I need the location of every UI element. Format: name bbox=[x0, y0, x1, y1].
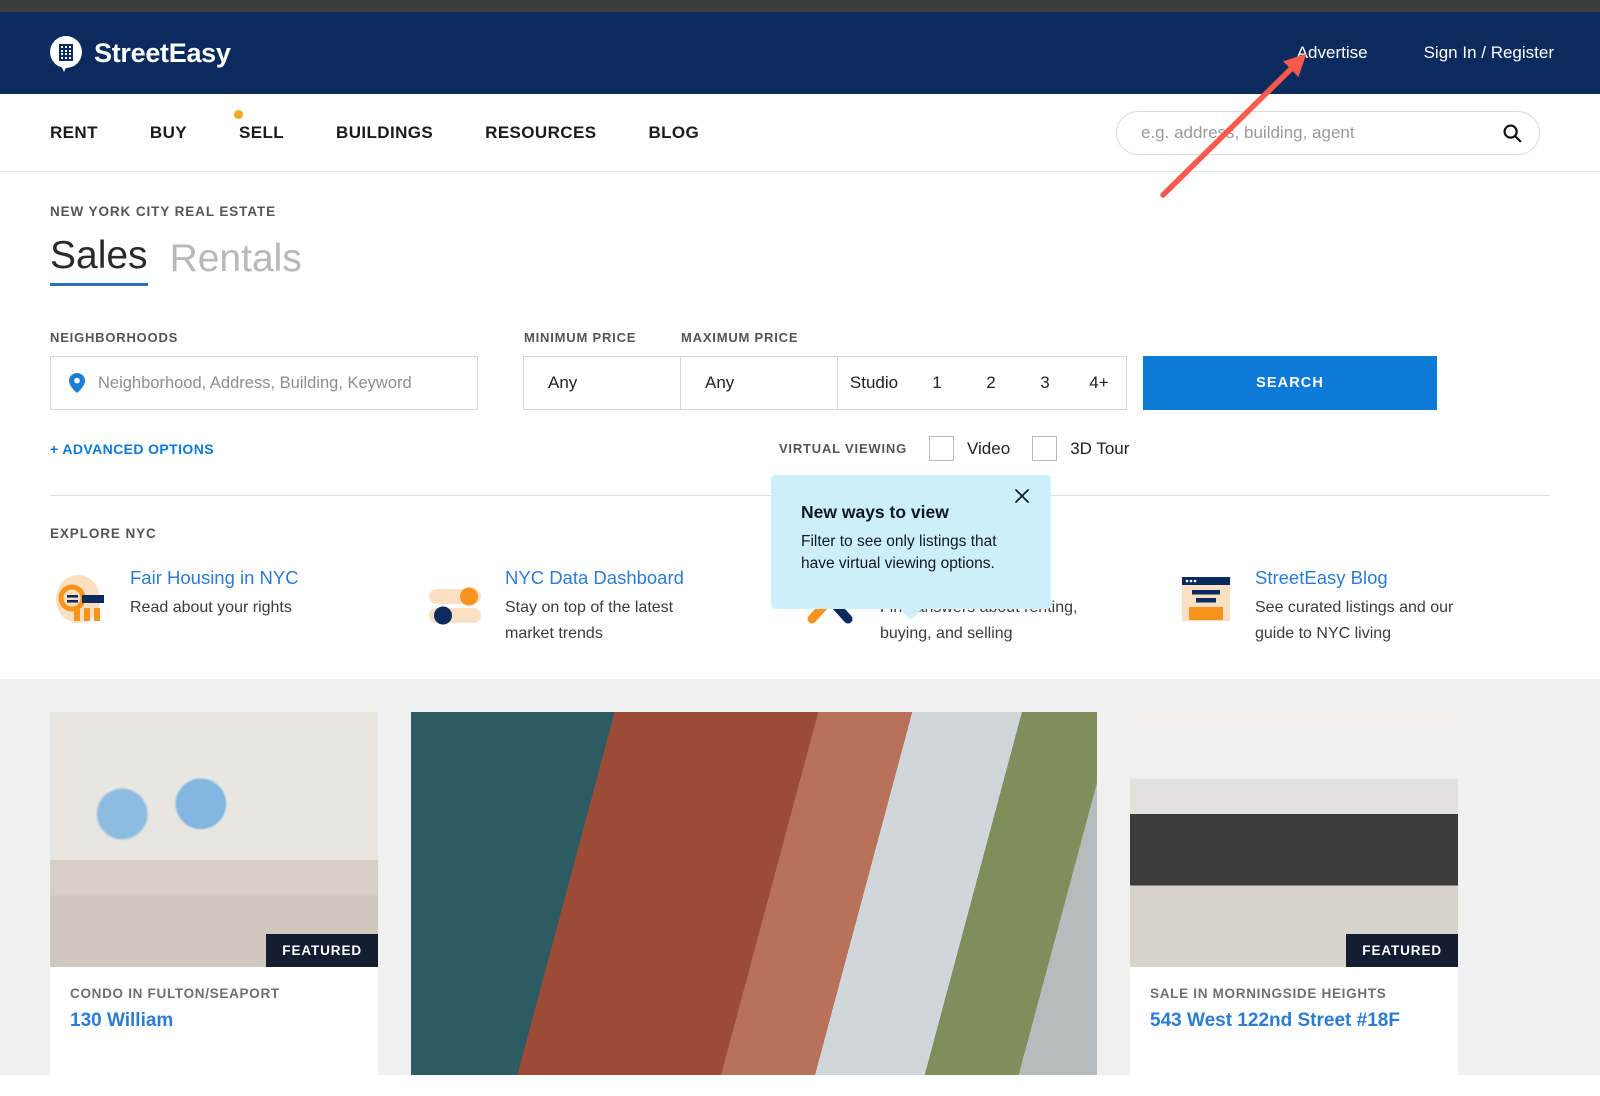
neighborhoods-field[interactable] bbox=[50, 356, 478, 410]
nav-item-blog[interactable]: BLOG bbox=[648, 123, 699, 143]
listing-address-link[interactable]: 543 West 122nd Street #18F bbox=[1150, 1010, 1438, 1032]
virtual-viewing-label: VIRTUAL VIEWING bbox=[778, 441, 907, 456]
neighborhoods-label: NEIGHBORHOODS bbox=[50, 330, 179, 345]
3d-tour-checkbox-label: 3D Tour bbox=[1070, 438, 1130, 458]
maximum-price-select[interactable]: Any bbox=[680, 356, 838, 410]
nav-item-label: SELL bbox=[238, 122, 285, 142]
close-icon[interactable] bbox=[1013, 487, 1031, 505]
minimum-price-select[interactable]: Any bbox=[523, 356, 681, 410]
listing-photo[interactable]: FEATURED bbox=[1130, 712, 1458, 968]
bedroom-option-2[interactable]: 2 bbox=[964, 357, 1018, 409]
listing-kicker: CONDO IN FULTON/SEAPORT bbox=[70, 986, 280, 1002]
bedroom-option-1[interactable]: 1 bbox=[910, 357, 964, 409]
tab-rentals[interactable]: Rentals bbox=[170, 239, 302, 286]
minimum-price-label: MINIMUM PRICE bbox=[524, 330, 637, 345]
explore-item-title[interactable]: Fair Housing in NYC bbox=[130, 567, 299, 588]
maximum-price-label: MAXIMUM PRICE bbox=[681, 330, 799, 345]
featured-listings-strip: FEATURED CONDO IN FULTON/SEAPORT 130 Wil… bbox=[0, 679, 1600, 1076]
nav-item-label: RENT bbox=[50, 122, 98, 142]
browser-chrome-strip bbox=[0, 0, 1600, 12]
explore-item-fair-housing[interactable]: Fair Housing in NYC Read about your righ… bbox=[50, 567, 425, 646]
location-pin-icon bbox=[69, 373, 85, 393]
search-icon[interactable] bbox=[1501, 122, 1523, 144]
filter-row: NEIGHBORHOODS MINIMUM PRICE Any MAXIMUM … bbox=[50, 330, 1550, 410]
main-navigation: RENT BUY SELL BUILDINGS RESOURCES BLOG bbox=[0, 94, 1600, 172]
nav-item-label: BLOG bbox=[648, 122, 700, 142]
page-eyebrow: NEW YORK CITY REAL ESTATE bbox=[50, 204, 277, 219]
sign-in-register-link[interactable]: Sign In / Register bbox=[1424, 43, 1554, 63]
price-and-bed-group: MINIMUM PRICE Any MAXIMUM PRICE Any . St… bbox=[523, 330, 1127, 410]
nav-item-resources[interactable]: RESOURCES bbox=[485, 123, 596, 143]
neighborhoods-group: NEIGHBORHOODS bbox=[50, 330, 478, 410]
neighborhoods-input[interactable] bbox=[98, 373, 477, 393]
new-badge-dot-icon bbox=[233, 109, 243, 119]
key-magnifier-icon bbox=[50, 567, 112, 629]
nav-item-list: RENT BUY SELL BUILDINGS RESOURCES BLOG bbox=[50, 109, 699, 143]
sliders-icon bbox=[425, 567, 487, 629]
tab-sales[interactable]: Sales bbox=[50, 236, 148, 286]
explore-item-data-dashboard[interactable]: NYC Data Dashboard Stay on top of the la… bbox=[425, 567, 800, 646]
explore-item-title[interactable]: NYC Data Dashboard bbox=[505, 567, 715, 588]
building-pin-icon bbox=[50, 36, 84, 72]
nav-item-rent[interactable]: RENT bbox=[50, 123, 98, 143]
advanced-options-toggle[interactable]: + ADVANCED OPTIONS bbox=[50, 441, 214, 457]
featured-badge: FEATURED bbox=[1346, 934, 1458, 968]
explore-item-desc: See curated listings and our guide to NY… bbox=[1255, 599, 1454, 642]
tooltip-pointer bbox=[900, 609, 922, 620]
virtual-viewing-3dtour-option[interactable]: 3D Tour bbox=[1032, 436, 1129, 461]
nav-item-label: BUY bbox=[149, 122, 187, 142]
listing-card[interactable]: FEATURED SALE IN MORNINGSIDE HEIGHTS 543… bbox=[1130, 712, 1458, 1076]
explore-item-desc: Read about your rights bbox=[130, 599, 292, 617]
explore-item-desc: Stay on top of the latest market trends bbox=[505, 599, 674, 642]
video-checkbox[interactable] bbox=[929, 436, 954, 461]
top-navigation-bar: StreetEasy Advertise Sign In / Register bbox=[0, 12, 1600, 94]
browser-window-icon bbox=[1175, 567, 1237, 629]
bedrooms-selector: Studio 1 2 3 4+ bbox=[837, 356, 1127, 410]
listing-card[interactable] bbox=[411, 712, 1097, 1076]
listing-card[interactable]: FEATURED CONDO IN FULTON/SEAPORT 130 Wil… bbox=[50, 712, 378, 1076]
listing-address-link[interactable]: 130 William bbox=[70, 1010, 358, 1032]
nav-item-label: RESOURCES bbox=[485, 122, 597, 142]
tooltip-title: New ways to view bbox=[801, 502, 949, 522]
bedrooms-group: . Studio 1 2 3 4+ bbox=[837, 330, 1127, 410]
search-button[interactable]: SEARCH bbox=[1143, 356, 1437, 410]
maximum-price-group: MAXIMUM PRICE Any bbox=[680, 330, 838, 410]
explore-item-title[interactable]: StreetEasy Blog bbox=[1255, 567, 1465, 588]
3d-tour-checkbox[interactable] bbox=[1032, 436, 1058, 461]
listing-card-body: SALE IN MORNINGSIDE HEIGHTS 543 West 122… bbox=[1130, 967, 1458, 1032]
nav-item-label: BUILDINGS bbox=[336, 122, 434, 142]
tooltip-body: Filter to see only listings that have vi… bbox=[801, 533, 997, 572]
filter-secondary-row: + ADVANCED OPTIONS VIRTUAL VIEWING Video… bbox=[50, 436, 1550, 461]
nav-item-buildings[interactable]: BUILDINGS bbox=[336, 123, 433, 143]
bedroom-option-studio[interactable]: Studio bbox=[838, 357, 910, 409]
nav-item-sell[interactable]: SELL bbox=[233, 109, 285, 143]
listing-card-row: FEATURED CONDO IN FULTON/SEAPORT 130 Wil… bbox=[50, 679, 1550, 1076]
advertise-link[interactable]: Advertise bbox=[1297, 43, 1368, 63]
virtual-viewing-video-option[interactable]: Video bbox=[929, 436, 1010, 461]
bedroom-option-3[interactable]: 3 bbox=[1018, 357, 1072, 409]
listing-kicker: SALE IN MORNINGSIDE HEIGHTS bbox=[1150, 986, 1387, 1002]
virtual-viewing-tooltip: New ways to view Filter to see only list… bbox=[771, 475, 1051, 620]
bedroom-option-4plus[interactable]: 4+ bbox=[1072, 357, 1126, 409]
virtual-viewing-group: VIRTUAL VIEWING Video 3D Tour bbox=[779, 436, 1129, 461]
hero-search-section: NEW YORK CITY REAL ESTATE Sales Rentals … bbox=[0, 204, 1600, 620]
listing-photo[interactable] bbox=[411, 712, 1097, 1076]
streeteasy-logo[interactable]: StreetEasy bbox=[50, 36, 231, 72]
logo-wordmark: StreetEasy bbox=[94, 37, 231, 68]
global-search-box[interactable] bbox=[1116, 110, 1540, 155]
sales-rentals-tabs: Sales Rentals bbox=[50, 236, 1550, 286]
video-checkbox-label: Video bbox=[967, 438, 1011, 458]
global-search-input[interactable] bbox=[1141, 122, 1501, 143]
topbar-links: Advertise Sign In / Register bbox=[1297, 43, 1554, 63]
listing-card-body: CONDO IN FULTON/SEAPORT 130 William bbox=[50, 967, 378, 1032]
nav-item-buy[interactable]: BUY bbox=[150, 123, 187, 143]
listing-photo[interactable]: FEATURED bbox=[50, 712, 378, 968]
featured-badge: FEATURED bbox=[266, 934, 378, 968]
minimum-price-group: MINIMUM PRICE Any bbox=[523, 330, 681, 410]
explore-item-blog[interactable]: StreetEasy Blog See curated listings and… bbox=[1175, 567, 1550, 646]
